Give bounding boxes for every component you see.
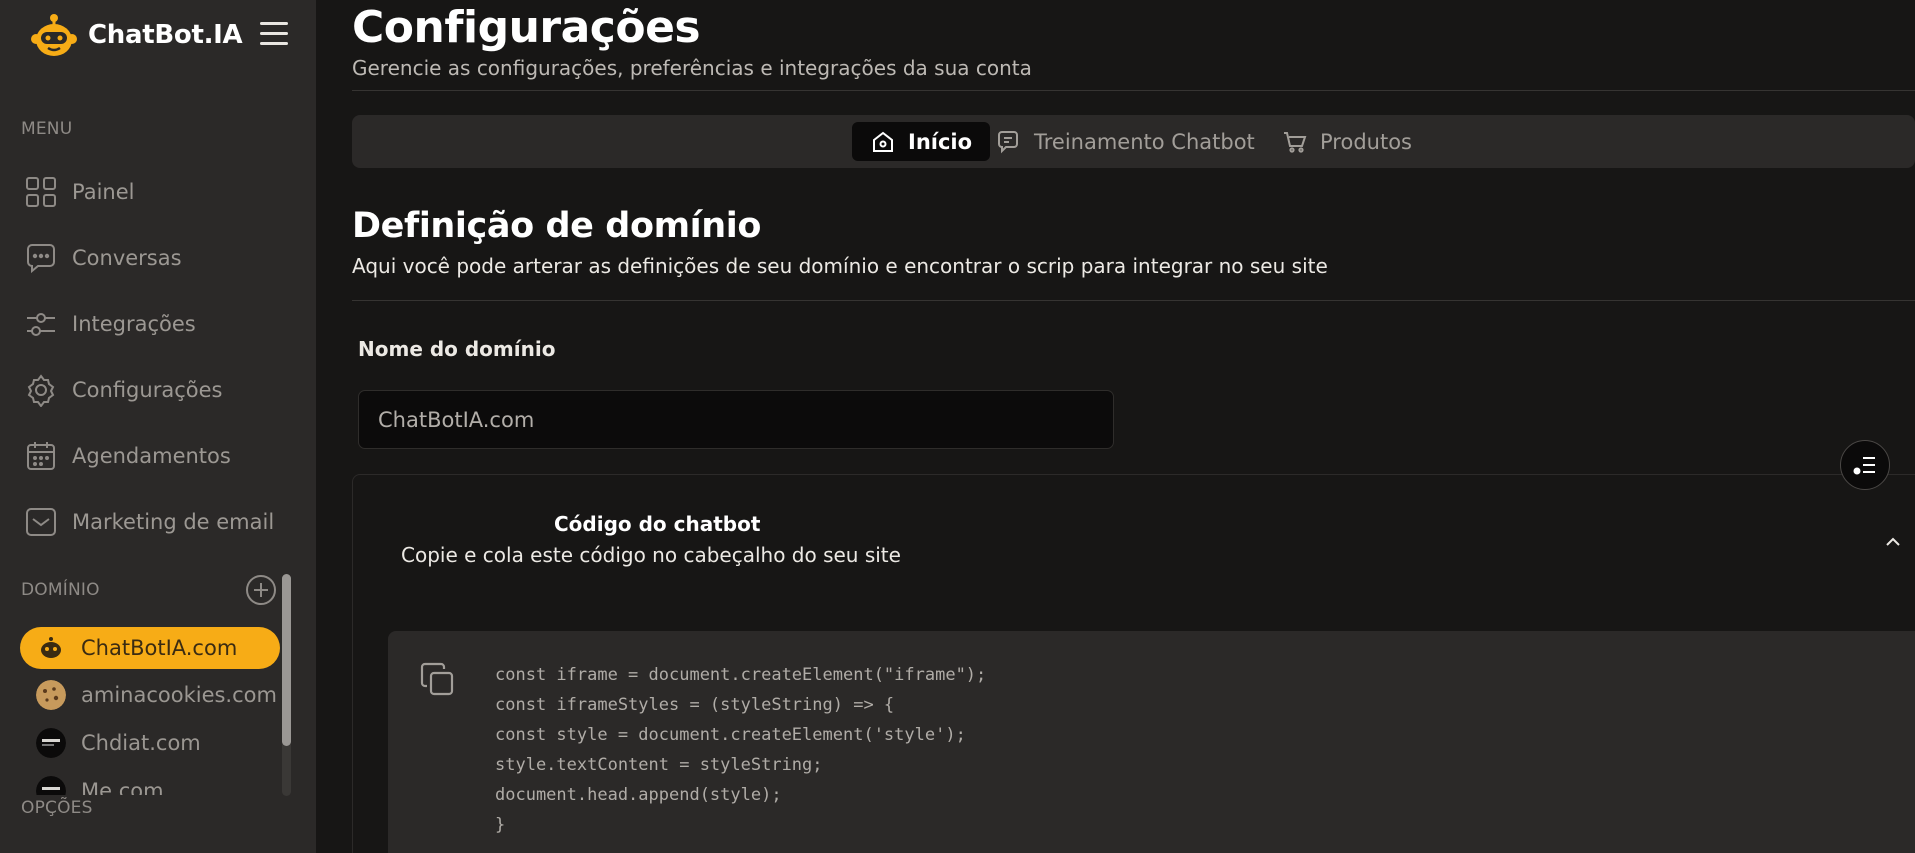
domain-name-label: Nome do domínio [358,337,556,361]
sidebar-item-painel[interactable]: Painel [24,172,135,212]
code-line: const iframe = document.createElement("i… [495,665,987,685]
page-title: Configurações [352,2,701,53]
domain-section-title: Definição de domínio [352,206,762,246]
domain-label: Chdiat.com [81,731,201,755]
sidebar-item-label: Configurações [72,378,223,402]
tab-label: Início [908,129,973,154]
tab-label: Treinamento Chatbot [1034,129,1255,154]
domain-label: aminacookies.com [81,683,277,707]
sidebar-item-configuracoes[interactable]: Configurações [24,370,222,410]
domain-item-chatbotia[interactable]: ChatBotIA.com [20,627,280,669]
sliders-icon [27,313,55,336]
tab-produtos[interactable]: Produtos [1264,122,1430,161]
sidebar: ChatBot.IA MENU Painel Conversas Integra… [0,0,316,853]
brand[interactable]: ChatBot.IA [30,12,243,58]
tab-inicio[interactable]: Início [852,122,991,161]
domain-name-input[interactable] [358,390,1114,449]
code-section-description: Copie e cola este código no cabeçalho do… [401,543,901,567]
robot-logo-icon [31,14,77,56]
code-line: const style = document.createElement('st… [495,725,966,745]
domain-item-me[interactable]: Me.com [20,770,280,795]
chat-bubble-icon [27,244,55,274]
add-domain-icon[interactable] [245,574,277,606]
mail-icon [26,508,56,536]
calendar-icon [27,442,55,470]
code-line: style.textContent = styleString; [495,755,823,775]
sidebar-item-marketing-email[interactable]: Marketing de email [24,502,274,542]
sidebar-item-label: Painel [72,180,135,204]
chevron-up-icon[interactable] [1884,533,1902,551]
domain-section-label: DOMÍNIO [21,580,100,600]
page-subtitle: Gerencie as configurações, preferências … [352,56,1032,80]
options-section-label: OPÇÕES [21,798,103,818]
sidebar-item-label: Integrações [72,312,196,336]
dashboard-icon [26,177,56,207]
tab-label: Produtos [1320,129,1412,154]
section-divider [352,300,1915,301]
sidebar-item-agendamentos[interactable]: Agendamentos [24,436,231,476]
site-avatar-icon [36,776,66,795]
domain-scrollbar-thumb[interactable] [282,574,291,746]
domain-item-chdiat[interactable]: Chdiat.com [20,722,280,764]
code-lines[interactable]: const iframe = document.createElement("i… [495,663,986,843]
domain-label: Me.com [81,779,164,795]
code-section-title: Código do chatbot [554,512,761,536]
chat-training-icon [998,130,1018,153]
code-line: } [495,815,506,835]
checklist-icon [1853,457,1875,475]
gear-icon [27,374,55,407]
tab-bar: Início Treinamento Chatbot Produtos [352,115,1915,168]
hamburger-menu-icon[interactable] [260,22,288,46]
sidebar-item-integracoes[interactable]: Integrações [24,304,196,344]
cookie-avatar-icon [36,680,66,710]
site-avatar-icon [36,728,66,758]
sidebar-item-label: Agendamentos [72,444,231,468]
domain-item-aminacookies[interactable]: aminacookies.com [20,674,280,716]
robot-avatar-icon [36,633,66,663]
domain-list: ChatBotIA.com aminacookies.com Chdiat.co… [20,623,282,795]
domain-section-description: Aqui você pode arterar as definições de … [352,254,1328,278]
header-divider [352,90,1915,91]
sidebar-item-label: Marketing de email [72,510,275,534]
copy-icon[interactable] [418,660,456,698]
tab-treinamento-chatbot[interactable]: Treinamento Chatbot [978,122,1273,161]
sidebar-item-conversas[interactable]: Conversas [24,238,182,278]
sidebar-item-label: Conversas [72,246,182,270]
code-line: document.head.append(style); [495,785,782,805]
brand-name: ChatBot.IA [88,20,243,50]
cart-icon [1284,131,1307,153]
floating-action-button[interactable] [1840,440,1890,490]
menu-section-label: MENU [21,119,73,139]
domain-label: ChatBotIA.com [81,636,238,660]
code-line: const iframeStyles = (styleString) => { [495,695,895,715]
home-icon [873,131,893,152]
